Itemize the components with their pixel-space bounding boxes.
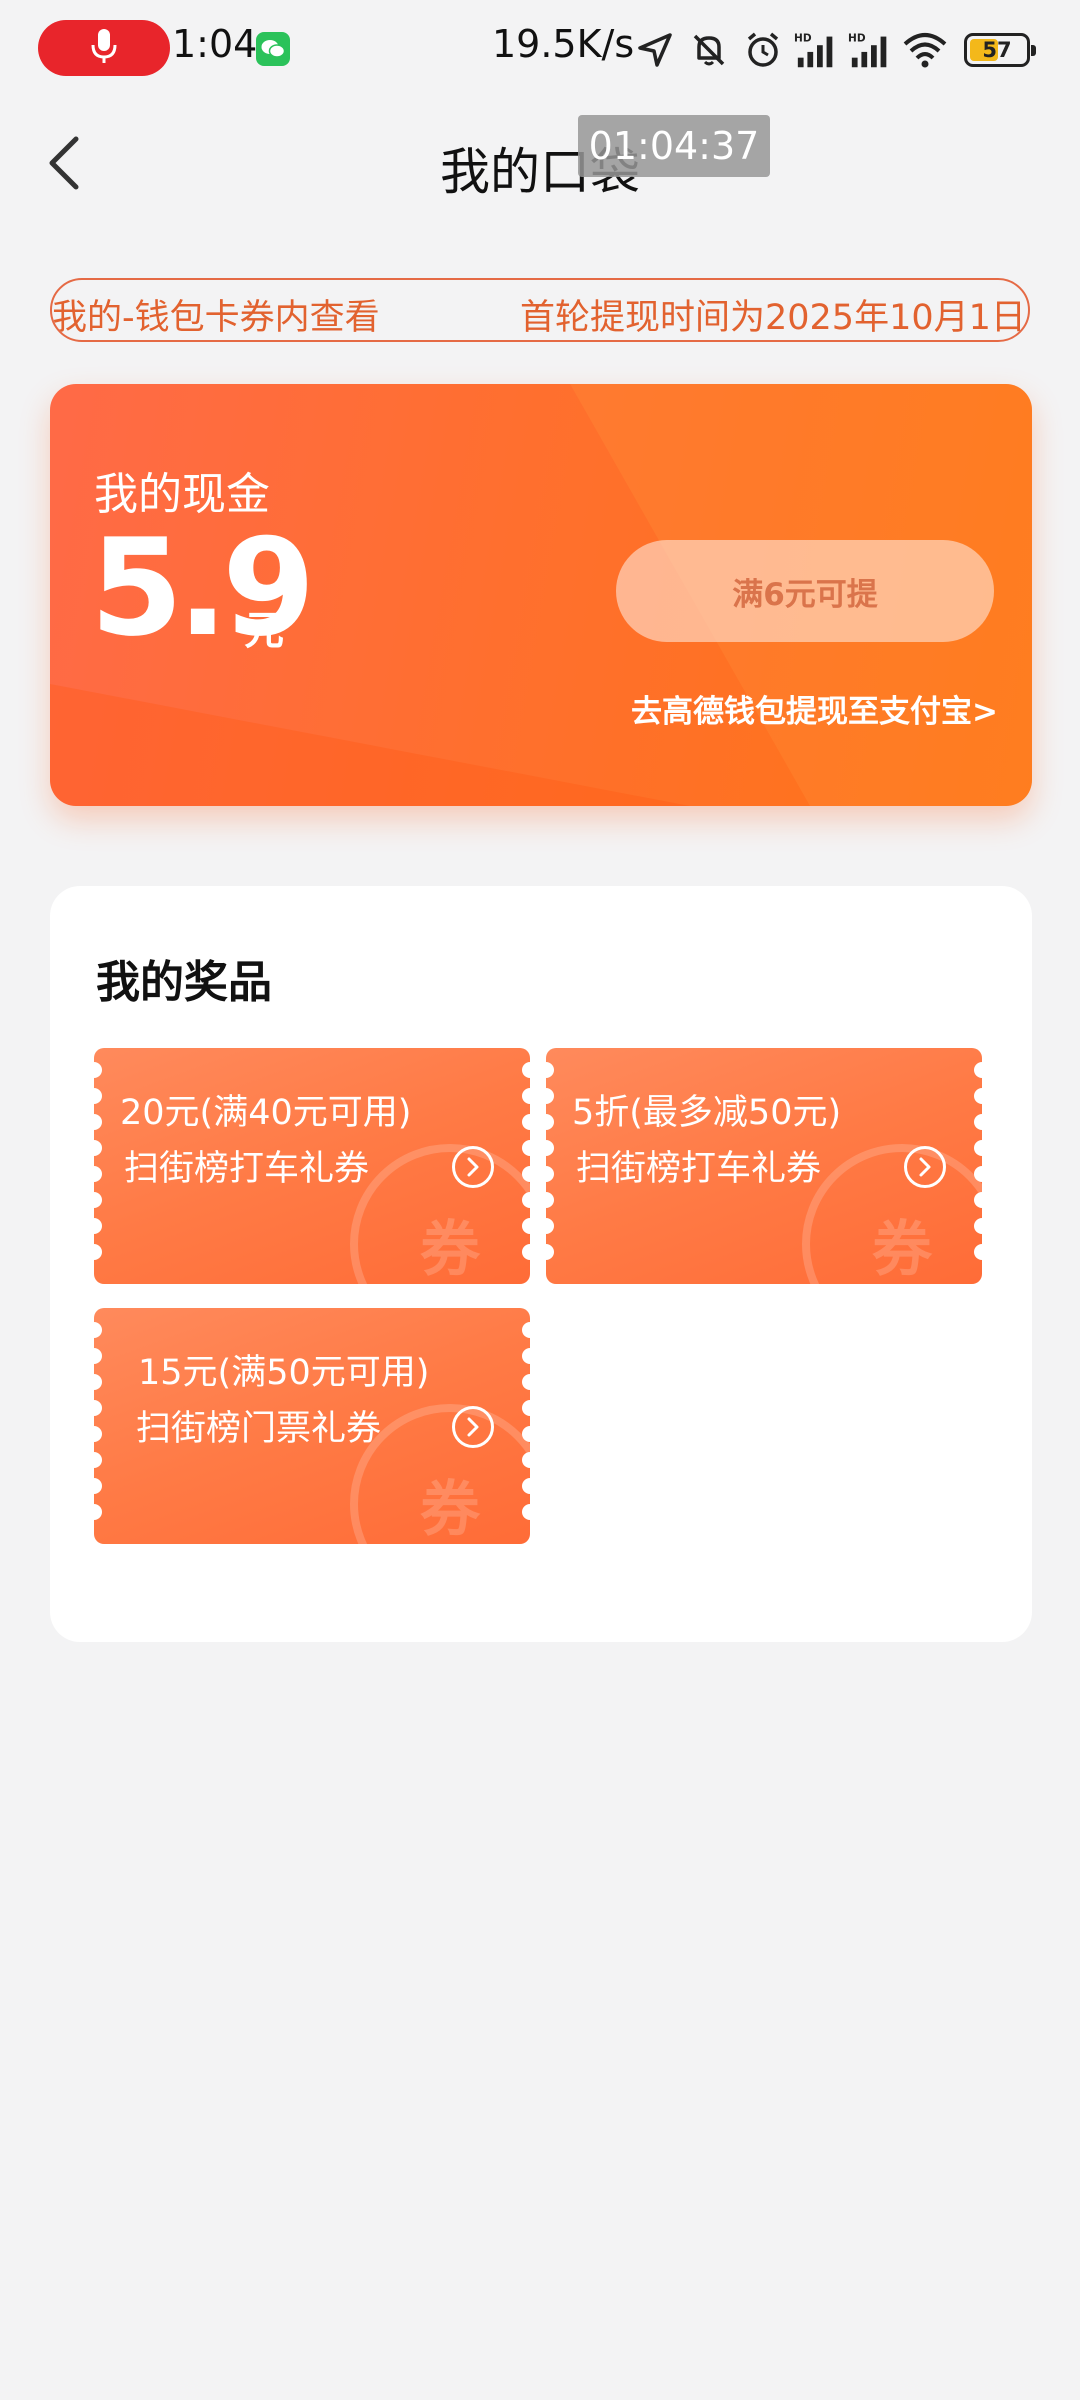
coupon-name: 扫街榜打车礼券 (124, 1149, 370, 1189)
withdraw-button[interactable]: 满6元可提 (616, 540, 994, 642)
recording-timestamp: 01:04:37 (578, 115, 770, 177)
cash-card: 我的现金 5.9 元 满6元可提 去高德钱包提现至支付宝> (50, 384, 1032, 806)
coupon-amount: 20元(满40元可用) (120, 1093, 412, 1133)
coupon-perforation (546, 1062, 554, 1270)
status-bar: 1:04 19.5K/s HD HD 57 (0, 0, 1080, 96)
prizes-title: 我的奖品 (96, 957, 272, 1008)
battery-icon: 57 (964, 33, 1036, 67)
coupon-name: 扫街榜打车礼券 (576, 1149, 822, 1189)
alarm-icon (740, 27, 786, 73)
coupon-perforation (94, 1322, 102, 1530)
screen-recording-indicator[interactable] (38, 20, 170, 76)
coupon-perforation (94, 1062, 102, 1270)
chevron-right-circle-icon[interactable] (904, 1146, 946, 1188)
notice-text-wallet: 我的-钱包卡券内查看 (52, 298, 380, 338)
coupon-watermark: 券 (350, 1144, 530, 1284)
coupon-watermark: 券 (802, 1144, 982, 1284)
coupon-card[interactable]: 券 20元(满40元可用) 扫街榜打车礼券 (94, 1048, 530, 1284)
cash-unit: 元 (244, 608, 284, 654)
location-icon (632, 27, 678, 73)
hd-signal-icon: HD (848, 27, 894, 73)
coupon-amount: 15元(满50元可用) (138, 1353, 430, 1393)
notice-marquee[interactable]: 我的-钱包卡券内查看 首轮提现时间为2025年10月1日 (50, 278, 1030, 342)
notice-text-withdraw-date: 首轮提现时间为2025年10月1日 (520, 298, 1026, 338)
prizes-section: 我的奖品 券 20元(满40元可用) 扫街榜打车礼券 券 5折(最多减50元) … (50, 886, 1032, 1642)
hd-signal-icon: HD (794, 27, 840, 73)
battery-level: 57 (982, 38, 1012, 62)
wallet-withdraw-link[interactable]: 去高德钱包提现至支付宝> (631, 686, 998, 731)
microphone-icon (89, 27, 119, 69)
app-screen: 1:04 19.5K/s HD HD 57 我的口袋 01:04:37 我的-钱… (0, 0, 1080, 2400)
chevron-right-circle-icon[interactable] (452, 1146, 494, 1188)
coupon-amount: 5折(最多减50元) (572, 1093, 842, 1133)
wifi-icon (902, 27, 948, 73)
svg-text:HD: HD (848, 32, 866, 44)
chevron-right-circle-icon[interactable] (452, 1406, 494, 1448)
wechat-icon (256, 32, 290, 66)
mute-bell-icon (686, 27, 732, 73)
page-title: 我的口袋 (440, 143, 640, 201)
coupon-card[interactable]: 券 5折(最多减50元) 扫街榜打车礼券 (546, 1048, 982, 1284)
status-time: 1:04 (172, 22, 258, 66)
coupon-card[interactable]: 券 15元(满50元可用) 扫街榜门票礼券 (94, 1308, 530, 1544)
svg-text:HD: HD (794, 32, 812, 44)
coupon-name: 扫街榜门票礼券 (136, 1409, 382, 1449)
status-icons: HD HD 57 (632, 24, 1036, 76)
network-speed: 19.5K/s (492, 22, 635, 66)
